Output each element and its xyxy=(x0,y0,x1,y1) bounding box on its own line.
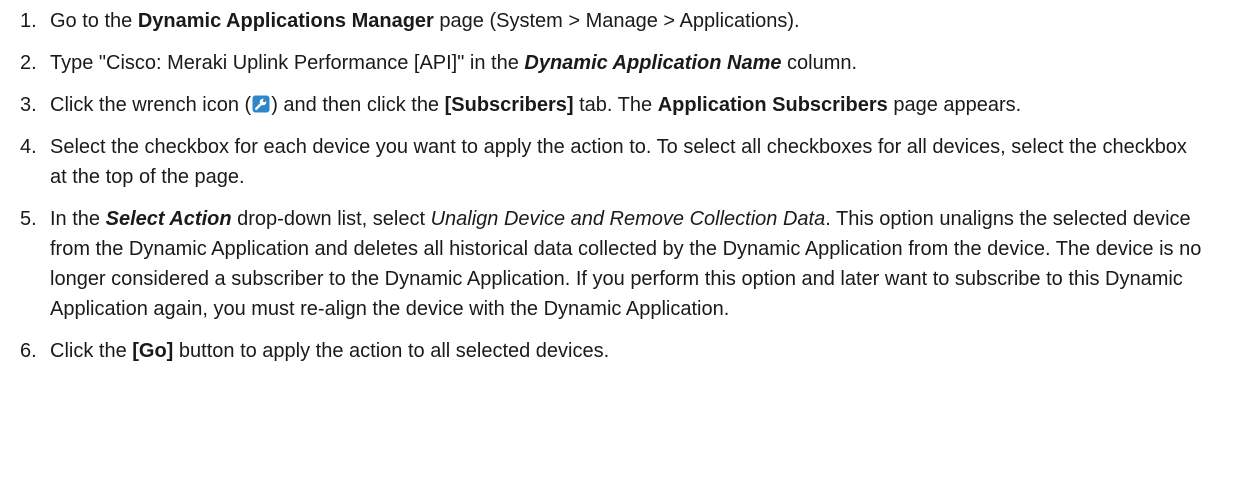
step-number: 4. xyxy=(20,136,37,158)
step-6: 6. Click the [Go] button to apply the ac… xyxy=(20,336,1204,366)
instruction-steps: 1. Go to the Dynamic Applications Manage… xyxy=(0,0,1234,483)
wrench-icon xyxy=(252,95,270,113)
step-text: Type "Cisco: Meraki Uplink Performance [… xyxy=(50,52,858,74)
button-name: [Go] xyxy=(132,340,174,362)
step-number: 5. xyxy=(20,208,37,230)
field-name: Select Action xyxy=(105,208,232,230)
step-text: In the Select Action drop-down list, sel… xyxy=(50,208,1202,320)
step-text: Go to the Dynamic Applications Manager p… xyxy=(50,10,800,32)
column-name: Dynamic Application Name xyxy=(524,52,782,74)
step-5: 5. In the Select Action drop-down list, … xyxy=(20,204,1204,324)
step-1: 1. Go to the Dynamic Applications Manage… xyxy=(20,6,1204,36)
step-number: 6. xyxy=(20,340,37,362)
step-number: 3. xyxy=(20,94,37,116)
page-name: Dynamic Applications Manager xyxy=(137,10,434,32)
step-4: 4. Select the checkbox for each device y… xyxy=(20,132,1204,192)
step-3: 3. Click the wrench icon () and then cli… xyxy=(20,90,1204,120)
page-name: Application Subscribers xyxy=(657,94,888,116)
option-name: Unalign Device and Remove Collection Dat… xyxy=(430,208,826,230)
step-text: Select the checkbox for each device you … xyxy=(50,136,1187,188)
step-text: Click the [Go] button to apply the actio… xyxy=(50,340,610,362)
step-2: 2. Type "Cisco: Meraki Uplink Performanc… xyxy=(20,48,1204,78)
step-text: Click the wrench icon () and then click … xyxy=(50,94,1022,116)
step-number: 2. xyxy=(20,52,37,74)
tab-name: [Subscribers] xyxy=(444,94,574,116)
step-number: 1. xyxy=(20,10,37,32)
